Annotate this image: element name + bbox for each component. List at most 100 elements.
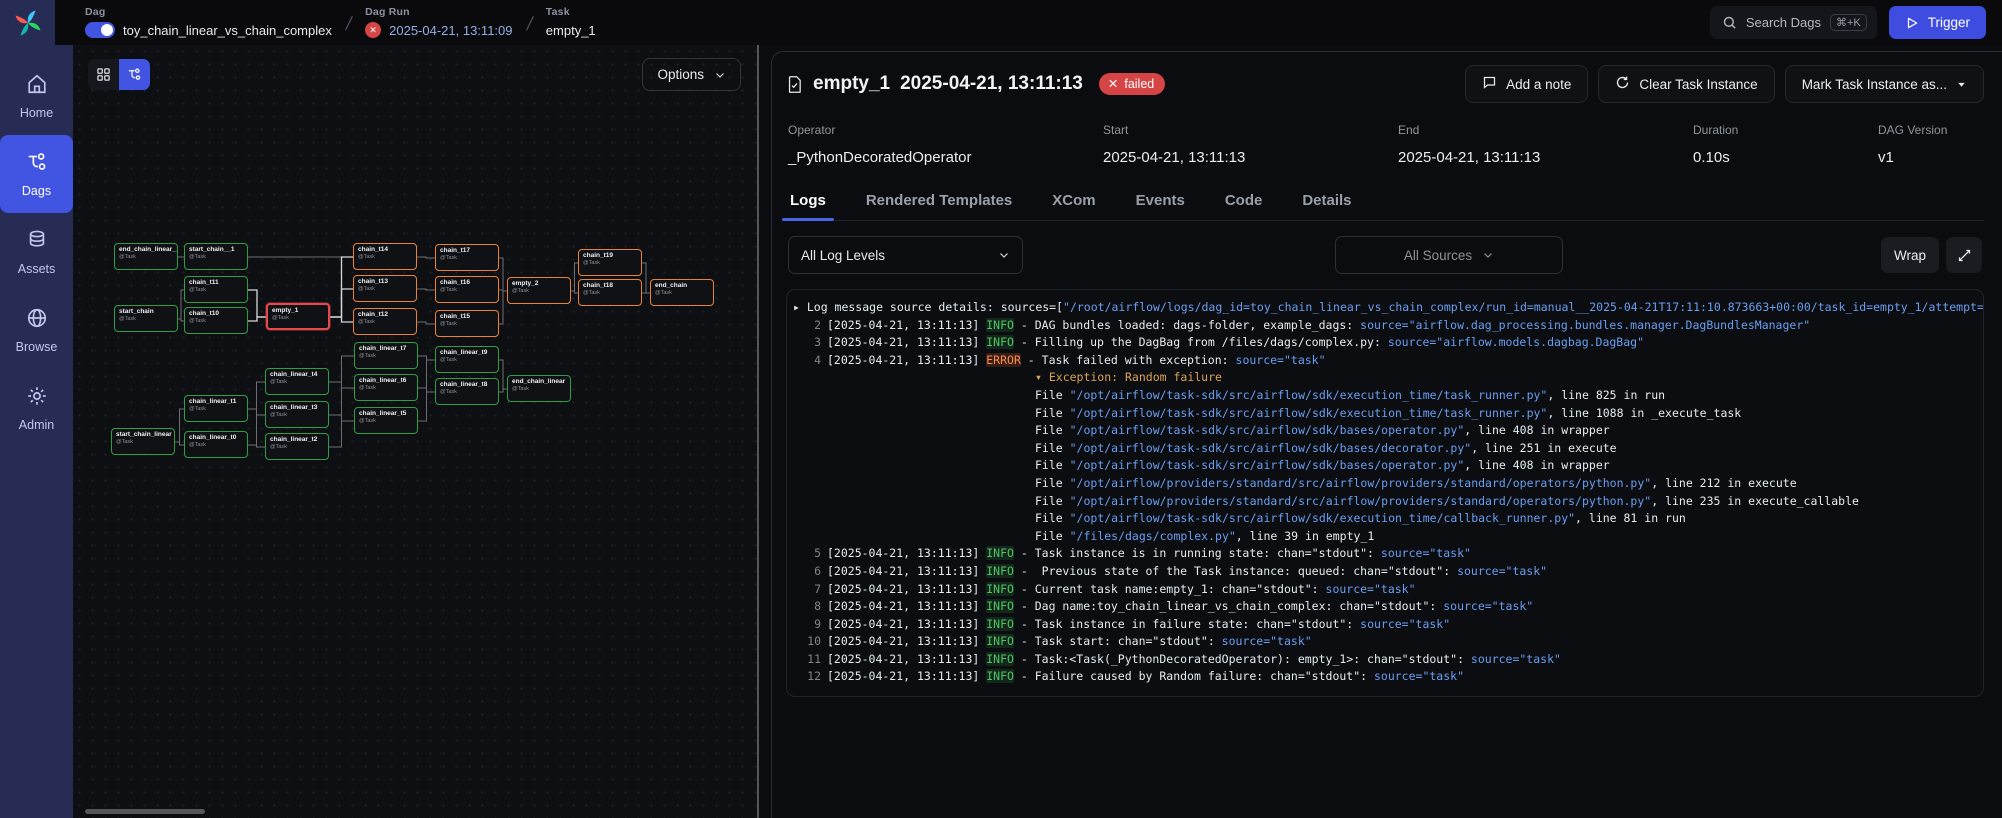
- dag-node-chain_t17[interactable]: chain_t17@Task⊘ upstream_failed: [435, 244, 499, 271]
- tab-xcom[interactable]: XCom: [1050, 184, 1097, 220]
- mark-task-instance-as-button[interactable]: Mark Task Instance as...: [1785, 65, 1984, 103]
- dag-node-chain_linear_t2[interactable]: chain_linear_t2@Task✓ success: [265, 433, 329, 460]
- dag-edge: [248, 290, 266, 317]
- log-line-number: 3: [787, 334, 821, 352]
- log-line-number: [787, 493, 821, 511]
- tab-details[interactable]: Details: [1300, 184, 1353, 220]
- dag-edge: [418, 388, 435, 392]
- tab-rendered-templates[interactable]: Rendered Templates: [864, 184, 1014, 220]
- dag-node-chain_t10[interactable]: chain_t10@Task✓ success: [184, 307, 248, 334]
- node-status-pill: ✓ success: [189, 302, 222, 303]
- log-source-select[interactable]: All Sources: [1335, 236, 1563, 274]
- clear-task-instance-button[interactable]: Clear Task Instance: [1598, 65, 1774, 103]
- graph-view-button[interactable]: [119, 59, 150, 90]
- node-status-pill: ✓ success: [270, 459, 303, 460]
- tab-events[interactable]: Events: [1134, 184, 1187, 220]
- node-operator: @Task: [189, 318, 243, 324]
- log-line: 5[2025-04-21, 13:11:13] INFO - Task inst…: [787, 545, 1983, 563]
- tab-code[interactable]: Code: [1223, 184, 1265, 220]
- dag-node-chain_linear_t5[interactable]: chain_linear_t5@Task✓ success: [354, 407, 418, 434]
- sidebar-item-assets[interactable]: Assets: [0, 213, 73, 291]
- dag-node-chain_linear_t8[interactable]: chain_linear_t8@Task✓ success: [435, 378, 499, 405]
- meta-start: Start2025-04-21, 13:11:13: [1103, 123, 1398, 166]
- trigger-label: Trigger: [1928, 15, 1970, 30]
- dag-node-chain_t14[interactable]: chain_t14@Task⊘ upstream_failed: [353, 243, 417, 270]
- search-input[interactable]: Search Dags ⌘+K: [1710, 6, 1877, 39]
- dag-node-end_chain_linear__1[interactable]: end_chain_linear__1@Task✓ success: [114, 243, 178, 270]
- log-output[interactable]: ▸ Log message source details: sources=["…: [786, 289, 1984, 697]
- airflow-logo[interactable]: [0, 0, 55, 45]
- tab-bar: Logs Rendered Templates XCom Events Code Deta…: [786, 184, 1984, 221]
- dag-run-link[interactable]: 2025-04-21, 13:11:09: [389, 23, 512, 38]
- log-level-select[interactable]: All Log Levels: [788, 236, 1023, 274]
- search-placeholder: Search Dags: [1746, 15, 1821, 30]
- dag-edge: [417, 322, 435, 324]
- dag-node-empty_1[interactable]: empty_1@Task✕ failed: [266, 303, 330, 330]
- dag-node-chain_t13[interactable]: chain_t13@Task⊘ upstream_failed: [353, 275, 417, 302]
- dag-enabled-toggle[interactable]: [85, 22, 115, 38]
- log-controls: All Log Levels All Sources Wrap: [786, 236, 1984, 274]
- add-note-button[interactable]: Add a note: [1465, 65, 1588, 103]
- log-line-number: [787, 440, 821, 458]
- sidebar-item-admin[interactable]: Admin: [0, 369, 73, 447]
- dag-node-end_chain[interactable]: end_chain@Task⊘ upstream_failed: [650, 279, 714, 306]
- dag-node-chain_linear_t4[interactable]: chain_linear_t4@Task✓ success: [265, 368, 329, 395]
- dag-node-chain_t12[interactable]: chain_t12@Task⊘ upstream_failed: [353, 308, 417, 335]
- nav-sidebar: Home Dags AssetsBrowseAdmin: [0, 45, 73, 818]
- graph-horizontal-scrollbar[interactable]: [85, 809, 205, 814]
- dag-node-chain_t18[interactable]: chain_t18@Task⊘ upstream_failed: [578, 279, 642, 306]
- log-line-number: [787, 510, 821, 528]
- dag-node-chain_linear_t6[interactable]: chain_linear_t6@Task✓ success: [354, 374, 418, 401]
- task-instance-header: empty_1 2025-04-21, 13:11:13 ✕failed Add…: [786, 52, 1984, 103]
- grid-view-button[interactable]: [88, 59, 119, 90]
- dag-edge: [248, 415, 265, 445]
- dags-icon: [26, 151, 48, 178]
- dag-node-start_chain[interactable]: start_chain@Task✓ success: [114, 305, 178, 332]
- dag-node-chain_linear_t3[interactable]: chain_linear_t3@Task✓ success: [265, 401, 329, 428]
- dag-node-start_chain_linear[interactable]: start_chain_linear@Task✓ success: [111, 428, 175, 455]
- dag-node-chain_t11[interactable]: chain_t11@Task✓ success: [184, 276, 248, 303]
- node-status-pill: ✓ success: [359, 368, 392, 369]
- node-operator: @Task: [440, 389, 494, 395]
- dag-node-chain_t19[interactable]: chain_t19@Task⊘ upstream_failed: [578, 249, 642, 276]
- tab-logs[interactable]: Logs: [788, 184, 828, 220]
- dag-node-end_chain_linear[interactable]: end_chain_linear@Task✓ success: [507, 375, 571, 402]
- wrap-button[interactable]: Wrap: [1881, 237, 1939, 273]
- graph-options-button[interactable]: Options: [642, 58, 741, 91]
- dag-node-chain_t15[interactable]: chain_t15@Task⊘ upstream_failed: [435, 310, 499, 337]
- node-status-pill: ✓ success: [359, 400, 392, 401]
- dag-run-label: Dag Run: [365, 6, 512, 18]
- dag-node-empty_2[interactable]: empty_2@Task⊘ upstream_failed: [507, 277, 571, 304]
- dag-node-chain_linear_t9[interactable]: chain_linear_t9@Task✓ success: [435, 346, 499, 373]
- dag-node-chain_linear_t0[interactable]: chain_linear_t0@Task✓ success: [184, 431, 248, 458]
- sidebar-item-label: Home: [20, 106, 53, 120]
- node-operator: @Task: [270, 379, 324, 385]
- node-operator: @Task: [116, 439, 170, 445]
- node-status-pill: ⊘ upstream_failed: [440, 270, 492, 271]
- log-line: 12[2025-04-21, 13:11:13] INFO - Failure …: [787, 668, 1983, 686]
- log-line-number: [787, 528, 821, 546]
- dag-edge: [417, 289, 435, 290]
- fullscreen-button[interactable]: [1946, 237, 1982, 273]
- node-title: end_chain_linear__1: [119, 246, 173, 253]
- sidebar-item-dags[interactable]: Dags: [0, 135, 73, 213]
- log-line: 6[2025-04-21, 13:11:13] INFO - Previous …: [787, 563, 1983, 581]
- sidebar-item-label: Dags: [22, 184, 51, 198]
- node-title: chain_linear_t9: [440, 349, 494, 356]
- dag-node-start_chain__1[interactable]: start_chain__1@Task✓ success: [184, 243, 248, 270]
- dag-node-chain_linear_t1[interactable]: chain_linear_t1@Task✓ success: [184, 395, 248, 422]
- node-status-pill: ⊘ upstream_failed: [655, 305, 707, 306]
- sidebar-item-home[interactable]: Home: [0, 57, 73, 135]
- node-operator: @Task: [189, 287, 243, 293]
- meta-label: Duration: [1693, 123, 1878, 137]
- node-status-pill: ✓ success: [512, 401, 545, 402]
- trigger-button[interactable]: Trigger: [1889, 6, 1986, 39]
- log-line: File "/opt/airflow/task-sdk/src/airflow/…: [787, 422, 1983, 440]
- meta-duration: Duration0.10s: [1693, 123, 1878, 166]
- view-toggle: [88, 59, 150, 90]
- sidebar-item-browse[interactable]: Browse: [0, 291, 73, 369]
- log-line: File "/opt/airflow/providers/standard/sr…: [787, 493, 1983, 511]
- dag-name-link[interactable]: toy_chain_linear_vs_chain_complex: [123, 23, 332, 38]
- dag-node-chain_linear_t7[interactable]: chain_linear_t7@Task✓ success: [354, 342, 418, 369]
- dag-node-chain_t16[interactable]: chain_t16@Task⊘ upstream_failed: [435, 276, 499, 303]
